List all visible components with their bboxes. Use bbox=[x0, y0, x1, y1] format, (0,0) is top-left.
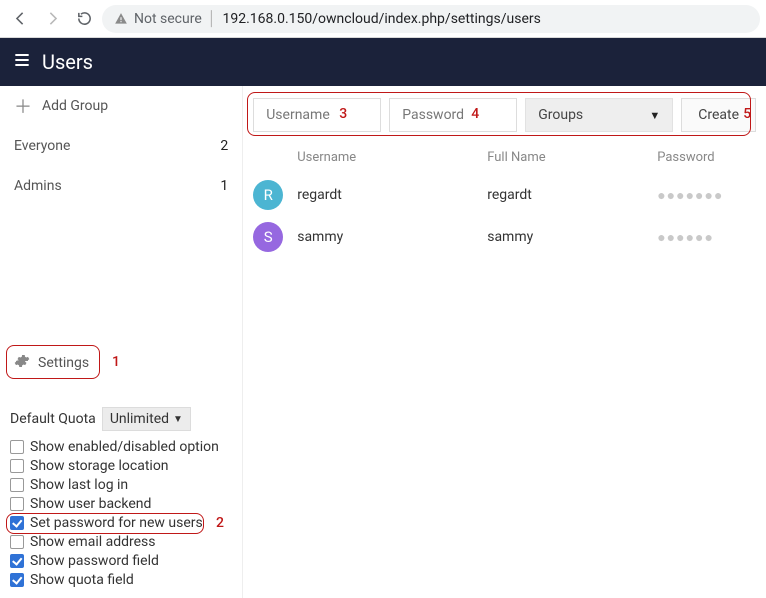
table-header: Username Full Name Password bbox=[243, 140, 766, 174]
users-table: Username Full Name Password Rregardtrega… bbox=[243, 140, 766, 258]
checkbox-icon bbox=[10, 535, 24, 549]
not-secure-label: Not secure bbox=[134, 11, 202, 27]
default-quota-value: Unlimited bbox=[110, 411, 169, 427]
address-url: 192.168.0.150/owncloud/index.php/setting… bbox=[223, 11, 541, 27]
settings-option[interactable]: Show quota field bbox=[10, 572, 232, 588]
groups-label: Groups bbox=[538, 107, 583, 123]
sidebar-item-admins[interactable]: Admins 1 bbox=[0, 166, 242, 206]
placeholder: Username bbox=[266, 107, 330, 123]
table-row[interactable]: Rregardtregardt●●●●●●● bbox=[243, 174, 766, 216]
address-divider: │ bbox=[208, 10, 217, 27]
cell-username: regardt bbox=[297, 187, 487, 203]
settings-option[interactable]: Show enabled/disabled option bbox=[10, 439, 232, 455]
new-password-input[interactable]: Password bbox=[389, 98, 517, 132]
add-group-label: Add Group bbox=[42, 98, 108, 114]
checkbox-icon bbox=[10, 440, 24, 454]
settings-option[interactable]: Set password for new users 2 bbox=[10, 515, 232, 531]
sidebar-item-label: Admins bbox=[14, 178, 62, 194]
plus-icon: ＋ bbox=[14, 93, 32, 119]
settings-option-label: Set password for new users bbox=[30, 515, 203, 531]
settings-option[interactable]: Show user backend bbox=[10, 496, 232, 512]
table-row[interactable]: Ssammysammy●●●●●● bbox=[243, 216, 766, 258]
col-username: Username bbox=[297, 150, 487, 165]
col-password: Password bbox=[657, 150, 756, 165]
checkbox-icon bbox=[10, 478, 24, 492]
create-user-toolbar: Username Password Groups ▼ Create 3 4 5 bbox=[243, 86, 766, 140]
not-secure-icon bbox=[114, 12, 128, 26]
settings-label: Settings bbox=[38, 355, 89, 371]
cell-username: sammy bbox=[297, 229, 487, 245]
sidebar-item-count: 2 bbox=[220, 138, 228, 154]
main-content: Username Password Groups ▼ Create 3 4 5 … bbox=[243, 86, 766, 598]
settings-option[interactable]: Show storage location bbox=[10, 458, 232, 474]
settings-option[interactable]: Show email address bbox=[10, 534, 232, 550]
placeholder: Password bbox=[402, 107, 464, 123]
settings-toggle[interactable]: Settings bbox=[0, 343, 242, 383]
default-quota-row: Default Quota Unlimited ▼ bbox=[0, 401, 242, 437]
caret-down-icon: ▼ bbox=[649, 109, 660, 122]
gear-icon bbox=[14, 353, 30, 373]
checkbox-icon bbox=[10, 516, 24, 530]
add-group-button[interactable]: ＋ Add Group bbox=[0, 86, 242, 126]
caret-down-icon: ▼ bbox=[173, 414, 183, 425]
create-button[interactable]: Create bbox=[681, 98, 756, 132]
annotation-number-2: 2 bbox=[216, 515, 224, 531]
browser-toolbar: Not secure │ 192.168.0.150/owncloud/inde… bbox=[0, 0, 766, 38]
default-quota-dropdown[interactable]: Unlimited ▼ bbox=[102, 407, 191, 431]
cell-fullname: sammy bbox=[487, 229, 657, 245]
new-groups-dropdown[interactable]: Groups ▼ bbox=[525, 98, 673, 132]
sidebar-item-everyone[interactable]: Everyone 2 bbox=[0, 126, 242, 166]
default-quota-label: Default Quota bbox=[10, 411, 96, 427]
menu-icon[interactable] bbox=[12, 50, 32, 74]
reload-button[interactable] bbox=[70, 5, 98, 33]
settings-option-label: Show enabled/disabled option bbox=[30, 439, 219, 455]
sidebar: ＋ Add Group Everyone 2 Admins 1 Settings… bbox=[0, 86, 243, 598]
settings-option[interactable]: Show password field bbox=[10, 553, 232, 569]
avatar: S bbox=[253, 222, 283, 252]
checkbox-icon bbox=[10, 573, 24, 587]
address-bar[interactable]: Not secure │ 192.168.0.150/owncloud/inde… bbox=[102, 5, 760, 33]
settings-option-label: Show quota field bbox=[30, 572, 134, 588]
app-header: Users bbox=[0, 38, 766, 86]
cell-password: ●●●●●●● bbox=[657, 187, 756, 204]
page-title: Users bbox=[42, 50, 93, 74]
new-username-input[interactable]: Username bbox=[253, 98, 381, 132]
checkbox-icon bbox=[10, 497, 24, 511]
settings-option-label: Show last log in bbox=[30, 477, 128, 493]
avatar: R bbox=[253, 180, 283, 210]
sidebar-item-label: Everyone bbox=[14, 138, 70, 154]
settings-option[interactable]: Show last log in bbox=[10, 477, 232, 493]
sidebar-item-count: 1 bbox=[220, 178, 228, 194]
settings-option-label: Show user backend bbox=[30, 496, 151, 512]
back-button[interactable] bbox=[6, 5, 34, 33]
cell-password: ●●●●●● bbox=[657, 229, 756, 246]
checkbox-icon bbox=[10, 459, 24, 473]
cell-fullname: regardt bbox=[487, 187, 657, 203]
settings-option-label: Show password field bbox=[30, 553, 159, 569]
forward-button[interactable] bbox=[38, 5, 66, 33]
checkbox-icon bbox=[10, 554, 24, 568]
settings-option-label: Show storage location bbox=[30, 458, 169, 474]
col-fullname: Full Name bbox=[487, 150, 657, 165]
settings-option-label: Show email address bbox=[30, 534, 156, 550]
create-label: Create bbox=[698, 107, 739, 123]
